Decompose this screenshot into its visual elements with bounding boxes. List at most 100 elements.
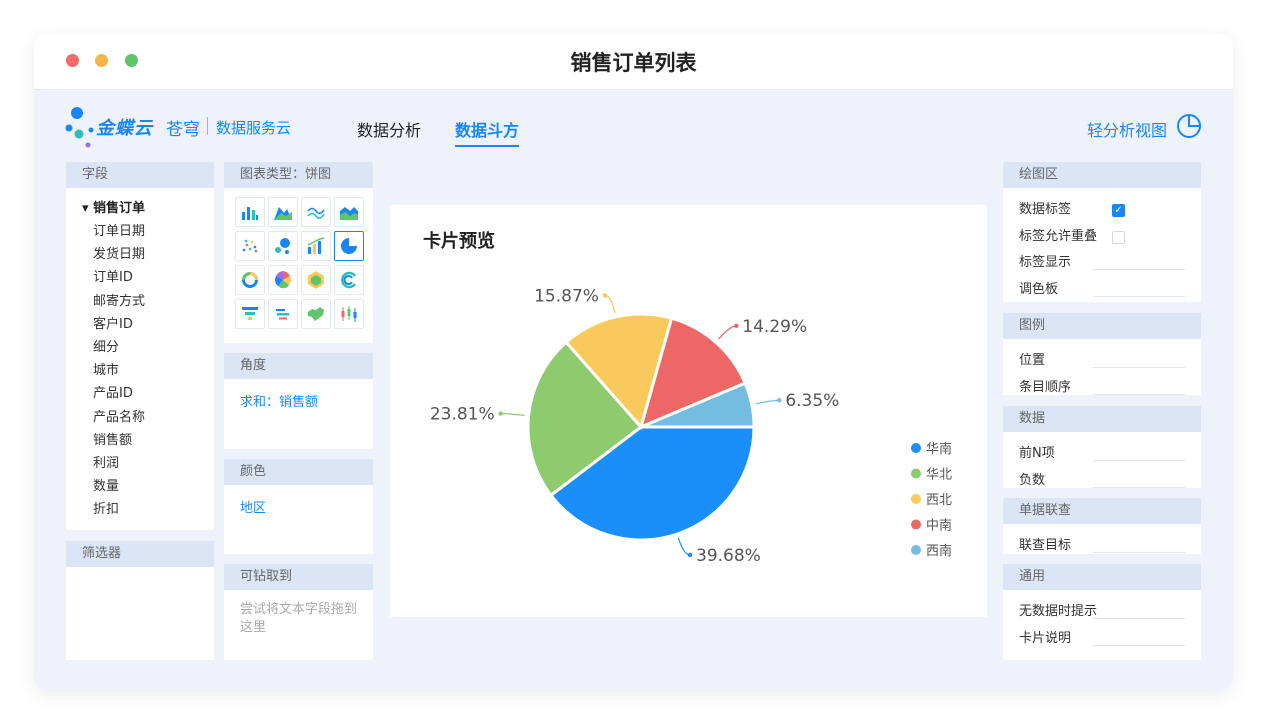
plot-area-row[interactable]: 标签显示	[1003, 250, 1201, 277]
chart-type-rose[interactable]	[268, 265, 298, 295]
drill-link-section: 单据联查 联查目标	[1003, 498, 1201, 554]
chart-type-donut[interactable]	[235, 265, 265, 295]
drill-link-row[interactable]: 联查目标	[1003, 533, 1201, 560]
area-chart-icon	[274, 207, 292, 220]
angle-value[interactable]: 求和：销售额	[224, 379, 373, 410]
title-bar: 销售订单列表	[34, 33, 1233, 90]
plot-area-row[interactable]: 标签允许重叠	[1003, 224, 1201, 251]
field-item[interactable]: 销售额	[66, 429, 214, 452]
field-item[interactable]: 城市	[66, 359, 214, 382]
chart-type-pie[interactable]	[334, 231, 364, 261]
chart-type-bar[interactable]	[235, 197, 265, 227]
plot-area-row[interactable]: 数据标签 ✓	[1003, 197, 1201, 224]
data-row[interactable]: 负数	[1003, 468, 1201, 495]
chart-type-word-cloud[interactable]	[268, 299, 298, 329]
legend-label[interactable]: 西北	[926, 493, 952, 508]
field-item[interactable]: 数量	[66, 475, 214, 498]
plot-area-row-input[interactable]	[1093, 295, 1185, 297]
legend-label[interactable]: 中南	[926, 518, 952, 534]
pie-data-label: 39.68%	[696, 546, 761, 566]
legend-label[interactable]: 西南	[926, 543, 952, 559]
field-group-sales-order[interactable]: ▾ 销售订单	[66, 197, 214, 220]
drill-hint: 尝试将文本字段拖到这里	[240, 602, 358, 635]
rose-chart-icon	[275, 271, 291, 289]
legend-label[interactable]: 华北	[926, 468, 952, 483]
legend-row-input[interactable]	[1093, 393, 1185, 395]
light-analysis-view-link[interactable]: 轻分析视图	[1087, 117, 1167, 141]
chart-type-panel: 图表类型：饼图	[224, 162, 373, 343]
overlap-checkbox[interactable]	[1112, 230, 1125, 244]
brand-divider	[207, 117, 208, 135]
field-item[interactable]: 折扣	[66, 498, 214, 521]
field-item[interactable]: 订单ID	[66, 266, 214, 289]
chart-type-funnel[interactable]	[235, 299, 265, 329]
field-item[interactable]: 发货日期	[66, 243, 214, 266]
field-item[interactable]: 细分	[66, 336, 214, 359]
chart-type-combo[interactable]	[301, 231, 331, 261]
field-item[interactable]: 产品名称	[66, 406, 214, 429]
plot-area-row[interactable]: 调色板	[1003, 277, 1201, 304]
data-label-checkbox[interactable]: ✓	[1112, 204, 1125, 217]
data-row[interactable]: 前N项	[1003, 441, 1201, 468]
legend-marker[interactable]	[911, 443, 921, 453]
pie-leader-line	[717, 325, 737, 340]
legend-row[interactable]: 位置	[1003, 348, 1201, 375]
chart-type-line[interactable]	[301, 197, 331, 227]
general-row-input[interactable]	[1093, 644, 1185, 646]
legend-row-input[interactable]	[1093, 367, 1185, 368]
drill-panel[interactable]: 可钻取到 尝试将文本字段拖到这里	[224, 564, 373, 660]
field-item[interactable]: 邮寄方式	[66, 290, 214, 313]
legend-label[interactable]: 华南	[926, 441, 952, 457]
plot-area-row-label: 调色板	[1019, 281, 1059, 297]
pie-data-label: 14.29%	[742, 317, 807, 337]
drill-link-row-input[interactable]	[1093, 552, 1185, 553]
chart-type-scatter[interactable]	[235, 231, 265, 261]
field-list: ▾ 销售订单 订单日期 发货日期 订单ID 邮寄方式 客户ID 细分 城市 产品ID 产品名称销…	[66, 188, 214, 521]
chart-type-bubble[interactable]	[268, 231, 298, 261]
chart-type-candlestick[interactable]	[334, 299, 364, 329]
color-panel[interactable]: 颜色 地区	[224, 459, 373, 554]
legend-marker[interactable]	[911, 545, 921, 555]
general-row[interactable]: 无数据时提示	[1003, 599, 1201, 626]
legend-row[interactable]: 条目顺序	[1003, 375, 1201, 402]
field-item[interactable]: 客户ID	[66, 313, 214, 336]
plot-area-row-label: 标签允许重叠	[1019, 228, 1098, 244]
pie-chart-icon[interactable]	[1175, 112, 1203, 140]
data-row-input[interactable]	[1093, 486, 1185, 488]
bubble-chart-icon	[275, 238, 290, 254]
chart-type-radar[interactable]	[301, 265, 331, 295]
field-item[interactable]: 利润	[66, 452, 214, 475]
legend-marker[interactable]	[911, 519, 921, 530]
combo-chart-icon	[307, 237, 325, 254]
chart-type-area[interactable]	[268, 197, 298, 227]
general-section-title: 通用	[1003, 564, 1201, 590]
general-row[interactable]: 卡片说明	[1003, 626, 1201, 653]
tab-data-analysis[interactable]: 数据分析	[357, 117, 421, 141]
chart-type-map[interactable]	[301, 299, 331, 329]
chart-type-stacked-area[interactable]	[334, 197, 364, 227]
candlestick-icon	[341, 306, 357, 322]
data-section-title: 数据	[1003, 406, 1201, 432]
app-header: 金蝶云 苍穹 数据服务云 数据分析 数据斗方 轻分析视图	[34, 90, 1233, 160]
general-row-input[interactable]	[1093, 618, 1185, 619]
angle-title: 角度	[224, 353, 373, 379]
plot-area-row-input[interactable]	[1093, 269, 1185, 271]
field-item[interactable]: 产品ID	[66, 382, 214, 405]
angle-panel[interactable]: 角度 求和：销售额	[224, 353, 373, 449]
radar-chart-icon	[308, 271, 324, 289]
brand-cloud: 数据服务云	[216, 119, 292, 137]
filter-panel[interactable]: 筛选器	[66, 541, 214, 660]
chart-type-gauge[interactable]	[334, 265, 364, 295]
legend-marker[interactable]	[911, 494, 921, 504]
pie-leader-line	[604, 294, 616, 314]
data-row-label: 前N项	[1019, 446, 1055, 461]
field-item[interactable]: 订单日期	[66, 220, 214, 243]
legend-marker[interactable]	[911, 468, 921, 479]
app-window: 销售订单列表 金蝶云 苍穹 数据服务云 数据分析 数据斗方 轻分析视图 字段 ▾…	[34, 33, 1233, 691]
data-row-input[interactable]	[1093, 460, 1185, 461]
data-row-label: 负数	[1019, 472, 1046, 488]
tab-data-cube[interactable]: 数据斗方	[455, 117, 520, 147]
color-value[interactable]: 地区	[224, 485, 373, 516]
gauge-chart-icon	[341, 271, 357, 289]
general-row-label: 卡片说明	[1019, 630, 1072, 646]
